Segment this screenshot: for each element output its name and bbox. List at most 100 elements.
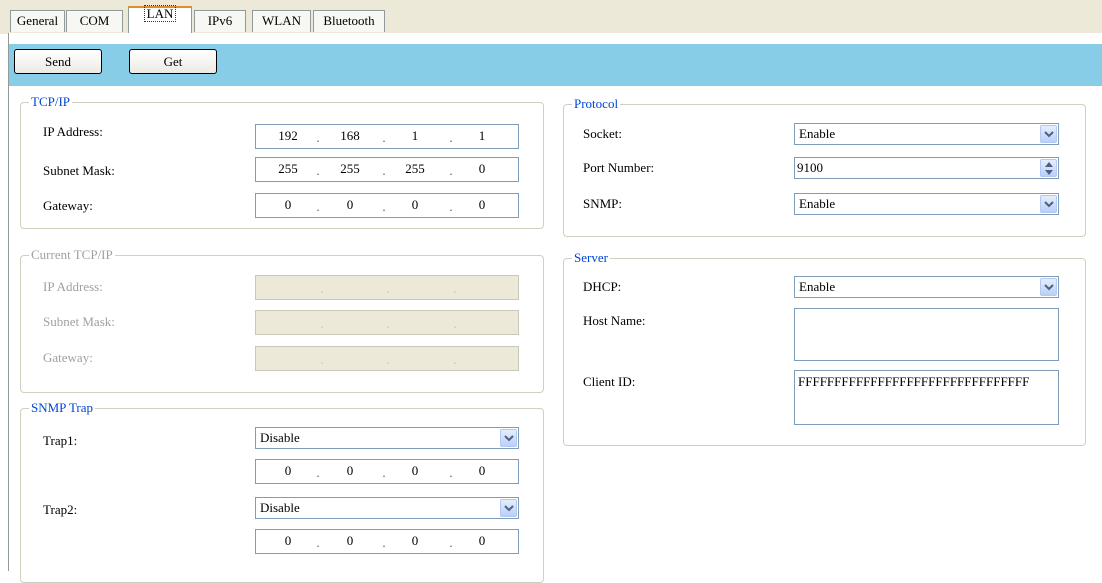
ip-dot: . bbox=[382, 535, 386, 550]
tab-lan-label: LAN bbox=[143, 5, 177, 22]
ip-dot: . bbox=[320, 316, 324, 331]
ip-dot: . bbox=[449, 163, 453, 178]
snmp-label: SNMP: bbox=[583, 196, 623, 211]
ip-dot: . bbox=[449, 130, 453, 145]
ip-dot: . bbox=[316, 465, 320, 480]
ip-dot: . bbox=[453, 352, 457, 367]
dropdown-arrow-icon[interactable] bbox=[1040, 195, 1057, 213]
current-tcpip-title: Current TCP/IP bbox=[29, 247, 115, 262]
dhcp-select[interactable]: Enable bbox=[794, 276, 1059, 298]
gateway-octet-1: 0 bbox=[284, 197, 292, 212]
server-title: Server bbox=[572, 250, 610, 265]
ip-dot: . bbox=[449, 199, 453, 214]
ip-dot: . bbox=[382, 199, 386, 214]
gateway-octet-3: 0 bbox=[411, 197, 419, 212]
ip-octet-1: 192 bbox=[278, 128, 298, 143]
snmp-trap-title: SNMP Trap bbox=[29, 400, 96, 415]
ip-dot: . bbox=[316, 163, 320, 178]
tcpip-title: TCP/IP bbox=[29, 94, 73, 109]
ip-octet-2: 168 bbox=[340, 128, 360, 143]
ip-dot: . bbox=[386, 316, 390, 331]
tab-lan[interactable]: LAN bbox=[128, 5, 192, 34]
dhcp-select-value: Enable bbox=[799, 279, 836, 294]
port-number-value: 9100 bbox=[797, 160, 823, 175]
toolbar: Send Get bbox=[9, 44, 1102, 86]
current-ip-address-label: IP Address: bbox=[43, 279, 103, 294]
socket-label: Socket: bbox=[583, 126, 622, 141]
ip-address-field[interactable]: 192 . 168 . 1 . 1 bbox=[255, 124, 519, 149]
current-ip-address-field: . . . bbox=[255, 275, 519, 300]
current-gateway-field: . . . bbox=[255, 346, 519, 371]
protocol-title: Protocol bbox=[572, 96, 621, 111]
gateway-octet-2: 0 bbox=[346, 197, 354, 212]
trap1-ip-field[interactable]: 0 . 0 . 0 . 0 bbox=[255, 459, 519, 484]
ip-dot: . bbox=[382, 163, 386, 178]
trap2-octet-3: 0 bbox=[411, 533, 419, 548]
trap2-select[interactable]: Disable bbox=[255, 497, 519, 519]
trap1-octet-1: 0 bbox=[284, 463, 292, 478]
dropdown-arrow-icon[interactable] bbox=[500, 429, 517, 447]
current-subnet-mask-field: . . . bbox=[255, 310, 519, 335]
send-button[interactable]: Send bbox=[14, 49, 102, 74]
spin-down-icon[interactable] bbox=[1045, 170, 1053, 175]
current-gateway-label: Gateway: bbox=[43, 350, 93, 365]
ip-dot: . bbox=[449, 465, 453, 480]
subnet-mask-field[interactable]: 255 . 255 . 255 . 0 bbox=[255, 157, 519, 182]
ip-dot: . bbox=[386, 281, 390, 296]
port-number-stepper[interactable]: 9100 bbox=[794, 157, 1059, 179]
client-id-label: Client ID: bbox=[583, 374, 636, 389]
trap2-ip-field[interactable]: 0 . 0 . 0 . 0 bbox=[255, 529, 519, 554]
host-name-field[interactable] bbox=[794, 308, 1059, 361]
gateway-octet-4: 0 bbox=[478, 197, 486, 212]
subnet-mask-label: Subnet Mask: bbox=[43, 163, 115, 178]
ip-dot: . bbox=[386, 352, 390, 367]
mask-octet-4: 0 bbox=[478, 161, 486, 176]
ip-address-label: IP Address: bbox=[43, 124, 103, 139]
dhcp-label: DHCP: bbox=[583, 279, 622, 294]
trap1-select-value: Disable bbox=[260, 430, 300, 445]
spin-buttons[interactable] bbox=[1040, 159, 1057, 177]
gateway-label: Gateway: bbox=[43, 198, 93, 213]
trap2-label: Trap2: bbox=[43, 502, 78, 517]
socket-select-value: Enable bbox=[799, 126, 836, 141]
ip-dot: . bbox=[316, 199, 320, 214]
trap1-label: Trap1: bbox=[43, 433, 78, 448]
host-name-label: Host Name: bbox=[583, 313, 646, 328]
snmp-select[interactable]: Enable bbox=[794, 193, 1059, 215]
client-id-field[interactable]: FFFFFFFFFFFFFFFFFFFFFFFFFFFFFFFF bbox=[794, 370, 1059, 425]
tab-strip: General COM LAN IPv6 WLAN Bluetooth bbox=[0, 0, 1102, 34]
gateway-field[interactable]: 0 . 0 . 0 . 0 bbox=[255, 193, 519, 218]
ip-dot: . bbox=[453, 316, 457, 331]
trap1-octet-2: 0 bbox=[346, 463, 354, 478]
ip-dot: . bbox=[382, 130, 386, 145]
ip-octet-4: 1 bbox=[478, 128, 486, 143]
dropdown-arrow-icon[interactable] bbox=[1040, 125, 1057, 143]
tab-ipv6[interactable]: IPv6 bbox=[194, 10, 246, 32]
trap2-octet-2: 0 bbox=[346, 533, 354, 548]
tab-bluetooth[interactable]: Bluetooth bbox=[313, 10, 385, 32]
trap1-select[interactable]: Disable bbox=[255, 427, 519, 449]
trap1-octet-3: 0 bbox=[411, 463, 419, 478]
trap1-octet-4: 0 bbox=[478, 463, 486, 478]
ip-octet-3: 1 bbox=[411, 128, 419, 143]
dropdown-arrow-icon[interactable] bbox=[500, 499, 517, 517]
socket-select[interactable]: Enable bbox=[794, 123, 1059, 145]
ip-dot: . bbox=[382, 465, 386, 480]
trap2-octet-4: 0 bbox=[478, 533, 486, 548]
ip-dot: . bbox=[453, 281, 457, 296]
tab-com[interactable]: COM bbox=[66, 10, 123, 32]
get-button[interactable]: Get bbox=[129, 49, 217, 74]
ip-dot: . bbox=[320, 352, 324, 367]
spin-up-icon[interactable] bbox=[1045, 162, 1053, 167]
port-number-label: Port Number: bbox=[583, 160, 655, 175]
snmp-select-value: Enable bbox=[799, 196, 836, 211]
trap2-select-value: Disable bbox=[260, 500, 300, 515]
dropdown-arrow-icon[interactable] bbox=[1040, 278, 1057, 296]
tab-general[interactable]: General bbox=[10, 10, 65, 32]
tab-wlan[interactable]: WLAN bbox=[252, 10, 311, 32]
current-subnet-mask-label: Subnet Mask: bbox=[43, 314, 115, 329]
mask-octet-1: 255 bbox=[278, 161, 298, 176]
ip-dot: . bbox=[449, 535, 453, 550]
ip-dot: . bbox=[316, 535, 320, 550]
mask-octet-2: 255 bbox=[340, 161, 360, 176]
